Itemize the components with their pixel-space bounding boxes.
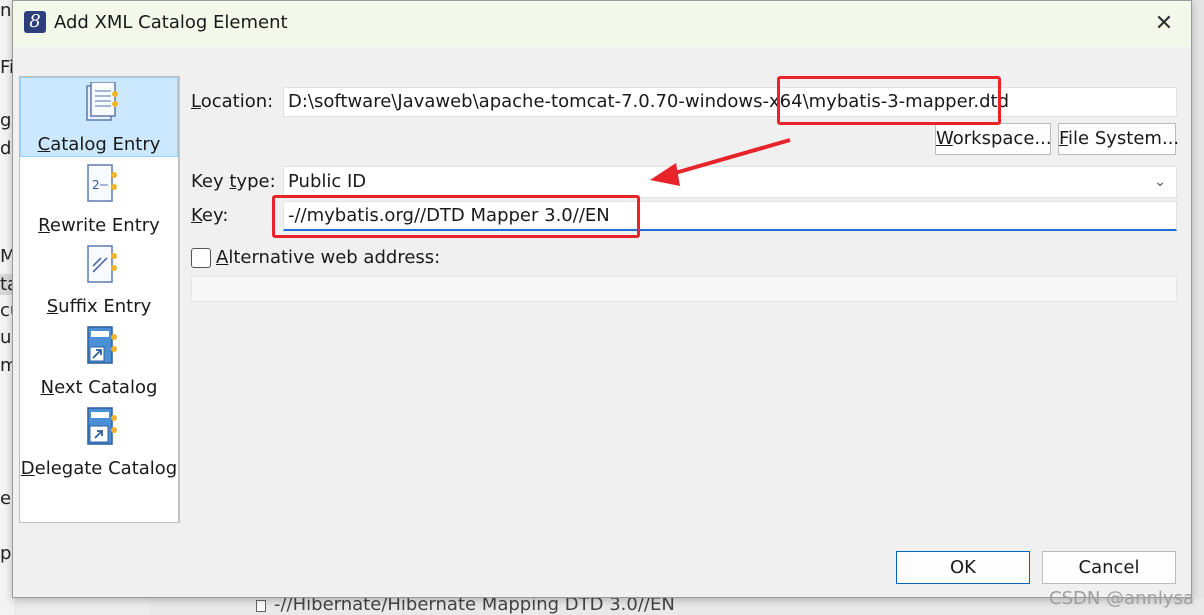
alternative-web-address-label: Alternative web address: <box>216 247 441 268</box>
entry-delegate-catalog[interactable]: Delegate Catalog <box>20 402 178 482</box>
annotation-highlight-key <box>272 195 640 238</box>
entry-catalog-entry[interactable]: Catalog Entry <box>20 77 178 157</box>
entry-label: Catalog Entry <box>37 134 161 155</box>
location-label: Location: <box>191 91 274 112</box>
title-bar[interactable]: 8 Add XML Catalog Element ✕ <box>13 1 1191 47</box>
key-type-label: Key type: <box>191 171 276 192</box>
alternative-web-address-checkbox[interactable] <box>191 248 211 268</box>
catalog-entry-icon <box>86 82 118 121</box>
key-type-value: Public ID <box>288 171 367 192</box>
add-xml-catalog-element-dialog: 8 Add XML Catalog Element ✕ Catalog Entr… <box>12 0 1192 598</box>
cancel-button[interactable]: Cancel <box>1042 551 1176 584</box>
next-catalog-icon <box>87 326 117 364</box>
entry-label: Suffix Entry <box>46 296 152 317</box>
close-button[interactable]: ✕ <box>1149 9 1179 39</box>
file-system-button[interactable]: File System... <box>1058 123 1179 155</box>
entry-rewrite-entry[interactable]: 2 Rewrite Entry <box>20 159 178 239</box>
key-type-select[interactable]: Public ID ⌄ <box>283 166 1177 198</box>
entry-label: Rewrite Entry <box>38 215 160 236</box>
dialog-title: Add XML Catalog Element <box>54 12 288 33</box>
key-label: Key: <box>191 205 229 226</box>
annotation-highlight-filename <box>777 76 1001 125</box>
entry-suffix-entry[interactable]: Suffix Entry <box>20 240 178 320</box>
entry-label: Delegate Catalog <box>20 458 178 479</box>
catalog-entry-form: Location: D:\software\Javaweb\apache-tom… <box>179 76 1179 523</box>
svg-text:2: 2 <box>92 178 100 192</box>
background-window-bottom: -//Hibernate/Hibernate Mapping DTD 3.0//… <box>150 598 1204 615</box>
eclipse-app-icon: 8 <box>24 11 46 33</box>
background-window-right-edge <box>1192 0 1204 615</box>
background-list-item: -//Hibernate/Hibernate Mapping DTD 3.0//… <box>274 598 675 615</box>
workspace-button[interactable]: Workspace... <box>935 123 1052 155</box>
entry-next-catalog[interactable]: Next Catalog <box>20 321 178 401</box>
document-icon <box>256 600 266 612</box>
delegate-catalog-icon <box>87 407 117 445</box>
watermark: CSDN @annlysa <box>1049 588 1194 609</box>
alternative-web-address-input <box>191 276 1177 302</box>
ok-button[interactable]: OK <box>896 551 1030 584</box>
chevron-down-icon: ⌄ <box>1154 174 1166 190</box>
entry-label: Next Catalog <box>40 377 158 398</box>
suffix-entry-icon <box>87 245 117 283</box>
entry-type-list: Catalog Entry 2 Rewrite Entry Suffix Ent… <box>19 76 179 523</box>
rewrite-entry-icon: 2 <box>87 164 117 202</box>
location-input[interactable]: D:\software\Javaweb\apache-tomcat-7.0.70… <box>283 87 1177 117</box>
